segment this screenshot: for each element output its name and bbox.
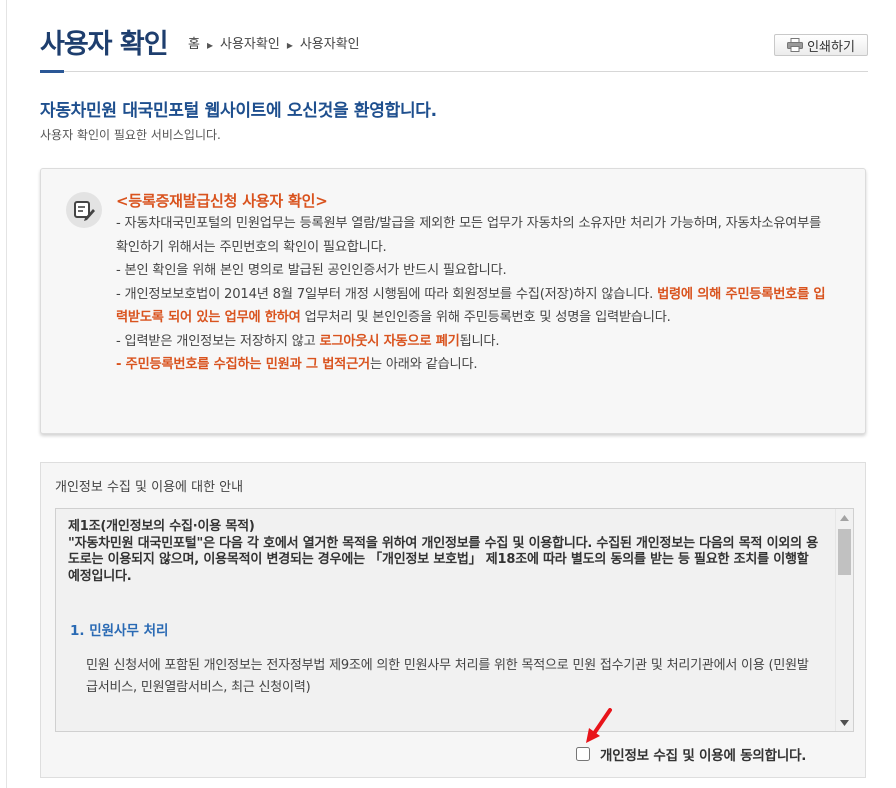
notice-line-4-text: - 입력받은 개인정보는 저장하지 않고 — [116, 333, 320, 349]
pencil-note-icon — [66, 192, 102, 228]
notice-line-2: - 본인 확인을 위해 본인 명의로 발급된 공인인증서가 반드시 필요합니다. — [116, 263, 507, 278]
notice-line-5-highlight: - 주민등록번호를 수집하는 민원과 그 법적근거 — [116, 357, 370, 372]
welcome-title: 자동차민원 대국민포털 웹사이트에 오신것을 환영합니다. — [40, 101, 437, 121]
vertical-scrollbar[interactable] — [835, 509, 853, 731]
agree-checkbox[interactable] — [576, 747, 590, 761]
notice-line-3-text: - 개인정보보호법이 2014년 8월 7일부터 개정 시행됨에 따라 회원정보… — [116, 286, 658, 302]
privacy-heading: 개인정보 수집 및 이용에 대한 안내 — [55, 480, 244, 495]
page-title: 사용자 확인 — [40, 29, 169, 60]
print-button[interactable]: 인쇄하기 — [774, 34, 868, 56]
breadcrumb-separator-icon: ▸ — [286, 38, 293, 52]
notice-line-3-rest: 업무처리 및 본인인증을 위해 주민등록번호 및 성명을 입력받습니다. — [300, 310, 671, 325]
breadcrumb-home[interactable]: 홈 — [188, 37, 200, 53]
breadcrumb-item[interactable]: 사용자확인 — [220, 37, 280, 53]
triangle-up-icon[interactable] — [836, 509, 853, 526]
agree-row: 개인정보 수집 및 이용에 동의합니다. — [576, 744, 806, 764]
welcome-subtitle: 사용자 확인이 필요한 서비스입니다. — [40, 128, 221, 142]
notice-line-5: - 주민등록번호를 수집하는 민원과 그 법적근거는 아래와 같습니다. — [116, 353, 832, 377]
breadcrumb: 홈 ▸ 사용자확인 ▸ 사용자확인 — [188, 37, 360, 53]
notice-line-3: - 개인정보보호법이 2014년 8월 7일부터 개정 시행됨에 따라 회원정보… — [116, 283, 832, 330]
breadcrumb-separator-icon: ▸ — [206, 38, 213, 52]
article-title: 제1조(개인정보의 수집·이용 목적) — [68, 519, 255, 534]
notice-content: <등록증재발급신청 사용자 확인> - 자동차대국민포털의 민원업무는 등록원부… — [116, 190, 832, 377]
printer-icon — [787, 38, 804, 52]
notice-line-4-rest: 됩니다. — [459, 333, 500, 349]
privacy-terms-scrollbox[interactable]: 제1조(개인정보의 수집·이용 목적) "자동차민원 대국민포털"은 다음 각 … — [55, 508, 854, 732]
left-border — [6, 0, 7, 788]
scrollbar-thumb[interactable] — [838, 529, 851, 575]
notice-line-1: - 자동차대국민포털의 민원업무는 등록원부 열람/발급을 제외한 모든 업무가… — [116, 216, 822, 255]
agree-label[interactable]: 개인정보 수집 및 이용에 동의합니다. — [600, 744, 806, 764]
article-body: "자동차민원 대국민포털"은 다음 각 호에서 열거한 목적을 위하여 개인정보… — [68, 535, 818, 584]
notice-line-4: - 입력받은 개인정보는 저장하지 않고 로그아웃시 자동으로 폐기됩니다. — [116, 330, 832, 354]
notice-line-4-highlight: 로그아웃시 자동으로 폐기 — [319, 333, 460, 349]
red-arrow-icon — [586, 708, 612, 743]
section-1-body: 민원 신청서에 포함된 개인정보는 전자정부법 제9조에 의한 민원사무 처리를… — [86, 658, 809, 695]
header-accent-bar — [40, 70, 64, 73]
header-divider — [40, 71, 868, 72]
print-button-label: 인쇄하기 — [807, 39, 855, 55]
breadcrumb-current: 사용자확인 — [299, 37, 360, 52]
notice-title: <등록증재발급신청 사용자 확인> — [116, 192, 328, 210]
triangle-down-icon[interactable] — [836, 714, 853, 731]
section-1-title: 1. 민원사무 처리 — [70, 623, 169, 639]
article-block: 제1조(개인정보의 수집·이용 목적) "자동차민원 대국민포털"은 다음 각 … — [68, 519, 820, 585]
notice-line-5-rest: 는 아래와 같습니다. — [369, 357, 478, 372]
